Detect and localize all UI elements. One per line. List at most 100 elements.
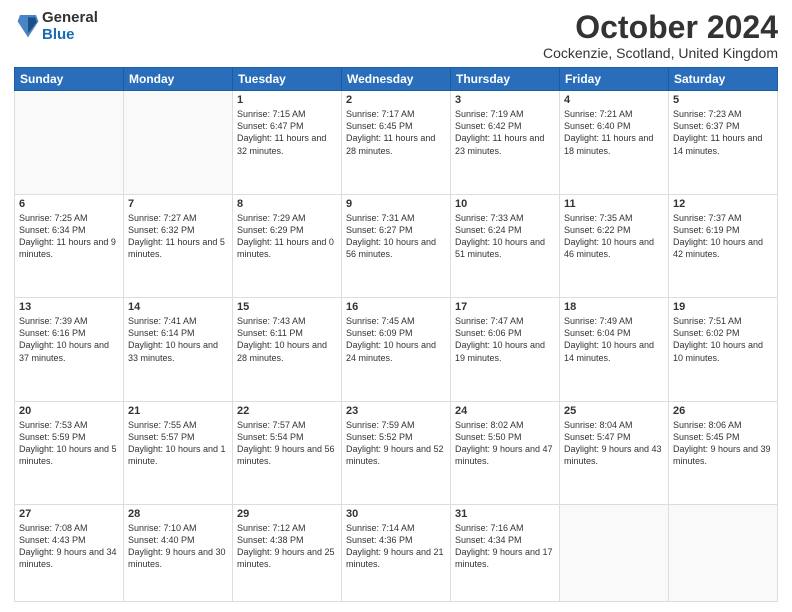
day-number: 19 bbox=[673, 301, 773, 313]
day-cell: 14Sunrise: 7:41 AM Sunset: 6:14 PM Dayli… bbox=[124, 298, 233, 401]
day-header-wednesday: Wednesday bbox=[342, 68, 451, 91]
day-cell bbox=[669, 505, 778, 602]
day-cell: 19 Sunrise: 7:51 AM Sunset: 6:02 PM Dayli… bbox=[669, 298, 778, 401]
day-header-sunday: Sunday bbox=[15, 68, 124, 91]
day-cell: 20Sunrise: 7:53 AM Sunset: 5:59 PM Dayli… bbox=[15, 401, 124, 504]
day-info: Sunrise: 7:43 AM Sunset: 6:11 PM Dayligh… bbox=[237, 315, 337, 364]
day-number: 6 bbox=[19, 198, 119, 210]
day-number: 10 bbox=[455, 198, 555, 210]
day-cell bbox=[15, 91, 124, 194]
day-cell: 1 Sunrise: 7:15 AM Sunset: 6:47 PM Daylig… bbox=[233, 91, 342, 194]
day-info: Sunrise: 7:23 AM Sunset: 6:37 PM Dayligh… bbox=[673, 108, 773, 157]
day-info: Sunrise: 7:59 AM Sunset: 5:52 PM Dayligh… bbox=[346, 419, 446, 468]
day-info: Sunrise: 7:51 AM Sunset: 6:02 PM Dayligh… bbox=[673, 315, 773, 364]
day-header-friday: Friday bbox=[560, 68, 669, 91]
day-number: 5 bbox=[673, 94, 773, 106]
month-title: October 2024 bbox=[543, 10, 778, 45]
day-cell: 28Sunrise: 7:10 AM Sunset: 4:40 PM Dayli… bbox=[124, 505, 233, 602]
day-header-tuesday: Tuesday bbox=[233, 68, 342, 91]
day-number: 8 bbox=[237, 198, 337, 210]
day-number: 25 bbox=[564, 405, 664, 417]
day-cell: 9 Sunrise: 7:31 AM Sunset: 6:27 PM Daylig… bbox=[342, 194, 451, 297]
location: Cockenzie, Scotland, United Kingdom bbox=[543, 45, 778, 61]
day-number: 31 bbox=[455, 508, 555, 520]
day-number: 13 bbox=[19, 301, 119, 313]
day-number: 27 bbox=[19, 508, 119, 520]
day-info: Sunrise: 7:49 AM Sunset: 6:04 PM Dayligh… bbox=[564, 315, 664, 364]
day-cell: 2 Sunrise: 7:17 AM Sunset: 6:45 PM Daylig… bbox=[342, 91, 451, 194]
day-info: Sunrise: 7:47 AM Sunset: 6:06 PM Dayligh… bbox=[455, 315, 555, 364]
day-number: 18 bbox=[564, 301, 664, 313]
day-info: Sunrise: 7:29 AM Sunset: 6:29 PM Dayligh… bbox=[237, 212, 337, 261]
day-cell: 8 Sunrise: 7:29 AM Sunset: 6:29 PM Daylig… bbox=[233, 194, 342, 297]
day-cell: 25 Sunrise: 8:04 AM Sunset: 5:47 PM Dayli… bbox=[560, 401, 669, 504]
day-number: 16 bbox=[346, 301, 446, 313]
day-number: 26 bbox=[673, 405, 773, 417]
logo-general: General bbox=[42, 10, 98, 27]
week-row-1: 1 Sunrise: 7:15 AM Sunset: 6:47 PM Daylig… bbox=[15, 91, 778, 194]
day-cell: 18 Sunrise: 7:49 AM Sunset: 6:04 PM Dayli… bbox=[560, 298, 669, 401]
day-info: Sunrise: 7:16 AM Sunset: 4:34 PM Dayligh… bbox=[455, 522, 555, 571]
header: General Blue October 2024 Cockenzie, Sco… bbox=[14, 10, 778, 61]
day-info: Sunrise: 7:45 AM Sunset: 6:09 PM Dayligh… bbox=[346, 315, 446, 364]
day-cell: 29Sunrise: 7:12 AM Sunset: 4:38 PM Dayli… bbox=[233, 505, 342, 602]
day-cell: 21 Sunrise: 7:55 AM Sunset: 5:57 PM Dayli… bbox=[124, 401, 233, 504]
day-info: Sunrise: 8:02 AM Sunset: 5:50 PM Dayligh… bbox=[455, 419, 555, 468]
day-number: 11 bbox=[564, 198, 664, 210]
day-info: Sunrise: 7:39 AM Sunset: 6:16 PM Dayligh… bbox=[19, 315, 119, 364]
day-cell: 24 Sunrise: 8:02 AM Sunset: 5:50 PM Dayli… bbox=[451, 401, 560, 504]
day-number: 28 bbox=[128, 508, 228, 520]
day-info: Sunrise: 8:06 AM Sunset: 5:45 PM Dayligh… bbox=[673, 419, 773, 468]
logo-text: General Blue bbox=[42, 10, 98, 43]
day-cell: 10 Sunrise: 7:33 AM Sunset: 6:24 PM Dayli… bbox=[451, 194, 560, 297]
day-info: Sunrise: 7:21 AM Sunset: 6:40 PM Dayligh… bbox=[564, 108, 664, 157]
day-header-saturday: Saturday bbox=[669, 68, 778, 91]
day-number: 7 bbox=[128, 198, 228, 210]
day-number: 1 bbox=[237, 94, 337, 106]
day-info: Sunrise: 7:14 AM Sunset: 4:36 PM Dayligh… bbox=[346, 522, 446, 571]
day-cell bbox=[560, 505, 669, 602]
day-info: Sunrise: 7:27 AM Sunset: 6:32 PM Dayligh… bbox=[128, 212, 228, 261]
day-cell: 13 Sunrise: 7:39 AM Sunset: 6:16 PM Dayli… bbox=[15, 298, 124, 401]
calendar-table: SundayMondayTuesdayWednesdayThursdayFrid… bbox=[14, 67, 778, 602]
day-number: 20 bbox=[19, 405, 119, 417]
day-cell: 4 Sunrise: 7:21 AM Sunset: 6:40 PM Daylig… bbox=[560, 91, 669, 194]
day-cell: 11 Sunrise: 7:35 AM Sunset: 6:22 PM Dayli… bbox=[560, 194, 669, 297]
day-info: Sunrise: 7:57 AM Sunset: 5:54 PM Dayligh… bbox=[237, 419, 337, 468]
day-number: 22 bbox=[237, 405, 337, 417]
day-number: 4 bbox=[564, 94, 664, 106]
day-number: 3 bbox=[455, 94, 555, 106]
day-cell: 22 Sunrise: 7:57 AM Sunset: 5:54 PM Dayli… bbox=[233, 401, 342, 504]
day-info: Sunrise: 7:35 AM Sunset: 6:22 PM Dayligh… bbox=[564, 212, 664, 261]
day-number: 9 bbox=[346, 198, 446, 210]
day-info: Sunrise: 7:33 AM Sunset: 6:24 PM Dayligh… bbox=[455, 212, 555, 261]
day-cell: 15 Sunrise: 7:43 AM Sunset: 6:11 PM Dayli… bbox=[233, 298, 342, 401]
day-info: Sunrise: 7:31 AM Sunset: 6:27 PM Dayligh… bbox=[346, 212, 446, 261]
day-number: 24 bbox=[455, 405, 555, 417]
day-cell: 16 Sunrise: 7:45 AM Sunset: 6:09 PM Dayli… bbox=[342, 298, 451, 401]
logo-icon bbox=[16, 13, 40, 41]
day-cell: 5 Sunrise: 7:23 AM Sunset: 6:37 PM Daylig… bbox=[669, 91, 778, 194]
day-info: Sunrise: 8:04 AM Sunset: 5:47 PM Dayligh… bbox=[564, 419, 664, 468]
day-cell: 31 Sunrise: 7:16 AM Sunset: 4:34 PM Dayli… bbox=[451, 505, 560, 602]
day-number: 23 bbox=[346, 405, 446, 417]
page: General Blue October 2024 Cockenzie, Sco… bbox=[0, 0, 792, 612]
day-info: Sunrise: 7:08 AM Sunset: 4:43 PM Dayligh… bbox=[19, 522, 119, 571]
day-number: 14 bbox=[128, 301, 228, 313]
day-cell: 30 Sunrise: 7:14 AM Sunset: 4:36 PM Dayli… bbox=[342, 505, 451, 602]
day-info: Sunrise: 7:19 AM Sunset: 6:42 PM Dayligh… bbox=[455, 108, 555, 157]
day-cell: 23 Sunrise: 7:59 AM Sunset: 5:52 PM Dayli… bbox=[342, 401, 451, 504]
day-info: Sunrise: 7:15 AM Sunset: 6:47 PM Dayligh… bbox=[237, 108, 337, 157]
week-row-4: 20Sunrise: 7:53 AM Sunset: 5:59 PM Dayli… bbox=[15, 401, 778, 504]
day-info: Sunrise: 7:17 AM Sunset: 6:45 PM Dayligh… bbox=[346, 108, 446, 157]
day-number: 17 bbox=[455, 301, 555, 313]
day-number: 2 bbox=[346, 94, 446, 106]
day-number: 30 bbox=[346, 508, 446, 520]
day-number: 15 bbox=[237, 301, 337, 313]
day-number: 21 bbox=[128, 405, 228, 417]
day-number: 12 bbox=[673, 198, 773, 210]
day-cell: 26 Sunrise: 8:06 AM Sunset: 5:45 PM Dayli… bbox=[669, 401, 778, 504]
day-cell: 3 Sunrise: 7:19 AM Sunset: 6:42 PM Daylig… bbox=[451, 91, 560, 194]
day-info: Sunrise: 7:55 AM Sunset: 5:57 PM Dayligh… bbox=[128, 419, 228, 468]
title-section: October 2024 Cockenzie, Scotland, United… bbox=[543, 10, 778, 61]
